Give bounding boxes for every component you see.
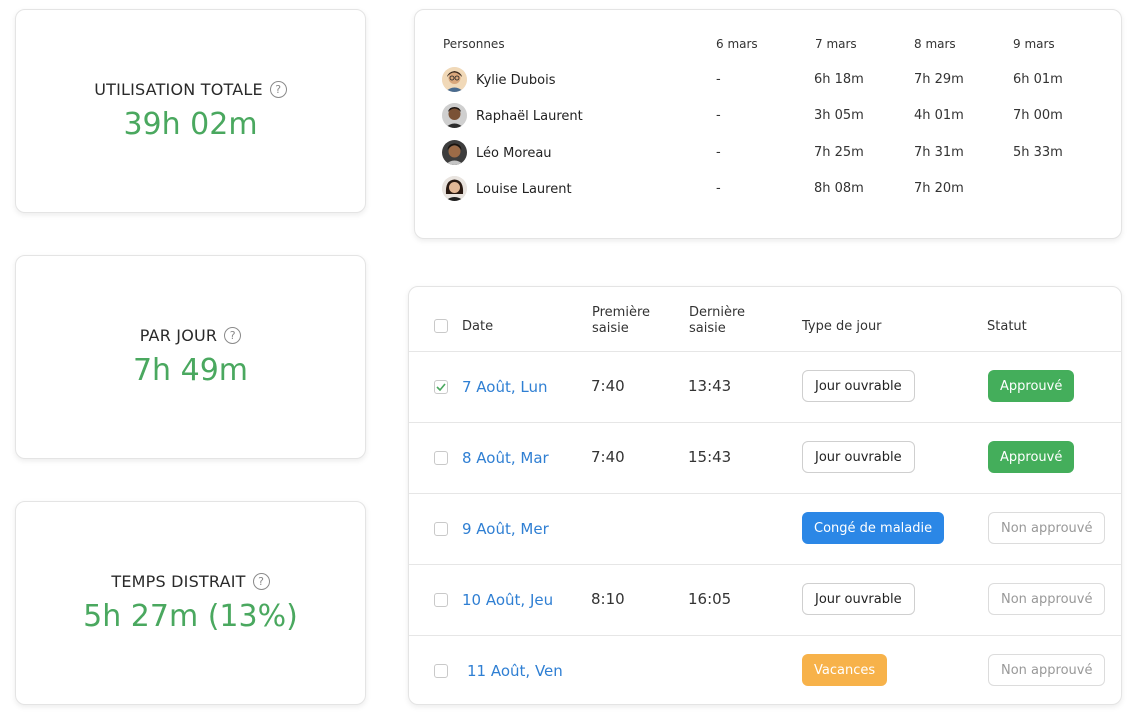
last-entry-time: 15:43 — [688, 448, 732, 466]
table-row[interactable]: 8 Août, Mar 7:40 15:43 Jour ouvrable App… — [409, 422, 1121, 493]
avatar — [442, 140, 467, 165]
day-type-badge[interactable]: Congé de maladie — [802, 512, 945, 544]
day-type-badge[interactable]: Vacances — [802, 654, 888, 686]
time-cell: 4h 01m — [914, 108, 964, 123]
time-cell: - — [716, 145, 721, 160]
column-header-date: 8 mars — [914, 37, 956, 51]
stat-label: UTILISATION TOTALE ? — [94, 80, 287, 99]
column-header-persons: Personnes — [443, 37, 505, 51]
time-cell: 7h 00m — [1013, 108, 1063, 123]
header-line: Dernière — [689, 305, 746, 320]
time-cell: 8h 08m — [814, 181, 864, 196]
attendance-table-card: Date Première saisie Dernière saisie Typ… — [408, 286, 1122, 705]
time-cell: 5h 33m — [1013, 145, 1063, 160]
help-icon[interactable]: ? — [269, 81, 287, 98]
time-cell: 3h 05m — [814, 108, 864, 123]
column-header-first-entry: Première saisie — [592, 305, 650, 337]
person-row[interactable]: Louise Laurent - 8h 08m 7h 20m — [415, 176, 1121, 206]
date-link[interactable]: 8 Août, Mar — [462, 449, 549, 467]
time-cell: - — [716, 108, 721, 123]
time-cell: 6h 01m — [1013, 72, 1063, 87]
time-cell: 7h 29m — [914, 72, 964, 87]
first-entry-time: 7:40 — [591, 377, 625, 395]
stat-card-distracted: TEMPS DISTRAIT ? 5h 27m (13%) — [15, 501, 366, 705]
stat-value: 39h 02m — [123, 107, 258, 142]
column-header-status: Statut — [987, 319, 1027, 334]
date-link[interactable]: 11 Août, Ven — [467, 662, 563, 680]
status-badge[interactable]: Non approuvé — [988, 512, 1106, 544]
avatar — [442, 176, 467, 201]
status-badge[interactable]: Approuvé — [988, 441, 1075, 473]
time-cell: 7h 31m — [914, 145, 964, 160]
table-row[interactable]: 10 Août, Jeu 8:10 16:05 Jour ouvrable No… — [409, 564, 1121, 635]
avatar — [442, 67, 467, 92]
time-cell: 7h 20m — [914, 181, 964, 196]
person-row[interactable]: Léo Moreau - 7h 25m 7h 31m 5h 33m — [415, 140, 1121, 170]
stat-value: 7h 49m — [132, 353, 249, 388]
stat-label-text: PAR JOUR — [139, 326, 218, 345]
last-entry-time: 16:05 — [688, 590, 732, 608]
column-header-date: Date — [462, 319, 494, 334]
row-checkbox[interactable] — [434, 451, 448, 465]
stat-label: TEMPS DISTRAIT ? — [111, 572, 270, 591]
person-name: Raphaël Laurent — [476, 109, 583, 124]
header-line: saisie — [689, 321, 726, 336]
time-cell: 7h 25m — [814, 145, 864, 160]
last-entry-time: 13:43 — [688, 377, 732, 395]
column-header-date: 9 mars — [1013, 37, 1055, 51]
day-type-badge[interactable]: Jour ouvrable — [802, 583, 915, 615]
person-name: Léo Moreau — [476, 146, 552, 161]
day-type-badge[interactable]: Jour ouvrable — [802, 441, 915, 473]
stat-label-text: TEMPS DISTRAIT — [111, 572, 246, 591]
table-row[interactable]: 11 Août, Ven Vacances Non approuvé — [409, 635, 1121, 704]
stat-card-per-day: PAR JOUR ? 7h 49m — [15, 255, 366, 459]
stat-label-text: UTILISATION TOTALE — [94, 80, 263, 99]
time-cell: 6h 18m — [814, 72, 864, 87]
status-badge[interactable]: Non approuvé — [988, 654, 1106, 686]
day-type-badge[interactable]: Jour ouvrable — [802, 370, 915, 402]
time-cell: - — [716, 72, 721, 87]
person-row[interactable]: Kylie Dubois - 6h 18m 7h 29m 6h 01m — [415, 67, 1121, 97]
row-checkbox[interactable] — [434, 664, 448, 678]
time-cell: - — [716, 181, 721, 196]
person-name: Louise Laurent — [476, 182, 572, 197]
date-link[interactable]: 7 Août, Lun — [462, 378, 548, 396]
status-badge[interactable]: Non approuvé — [988, 583, 1106, 615]
help-icon[interactable]: ? — [252, 573, 270, 590]
stat-label: PAR JOUR ? — [140, 326, 242, 345]
header-line: Première — [592, 305, 650, 320]
column-header-day-type: Type de jour — [802, 319, 882, 334]
status-badge[interactable]: Approuvé — [988, 370, 1075, 402]
stat-card-total: UTILISATION TOTALE ? 39h 02m — [15, 9, 366, 213]
first-entry-time: 8:10 — [591, 590, 625, 608]
people-timesheet-card: Personnes 6 mars 7 mars 8 mars 9 mars Ky… — [414, 9, 1122, 239]
person-row[interactable]: Raphaël Laurent - 3h 05m 4h 01m 7h 00m — [415, 103, 1121, 133]
checkmark-icon — [436, 383, 446, 391]
row-checkbox[interactable] — [434, 380, 448, 394]
row-checkbox[interactable] — [434, 593, 448, 607]
person-name: Kylie Dubois — [476, 73, 556, 88]
table-row[interactable]: 9 Août, Mer Congé de maladie Non approuv… — [409, 493, 1121, 564]
help-icon[interactable]: ? — [224, 327, 242, 344]
row-checkbox[interactable] — [434, 522, 448, 536]
stat-value: 5h 27m (13%) — [83, 599, 298, 634]
select-all-checkbox[interactable] — [434, 319, 448, 333]
table-row[interactable]: 7 Août, Lun 7:40 13:43 Jour ouvrable App… — [409, 351, 1121, 422]
column-header-date: 6 mars — [716, 37, 758, 51]
avatar — [442, 103, 467, 128]
first-entry-time: 7:40 — [591, 448, 625, 466]
header-line: saisie — [592, 321, 629, 336]
date-link[interactable]: 10 Août, Jeu — [462, 591, 553, 609]
column-header-last-entry: Dernière saisie — [689, 305, 745, 337]
date-link[interactable]: 9 Août, Mer — [462, 520, 549, 538]
column-header-date: 7 mars — [815, 37, 857, 51]
